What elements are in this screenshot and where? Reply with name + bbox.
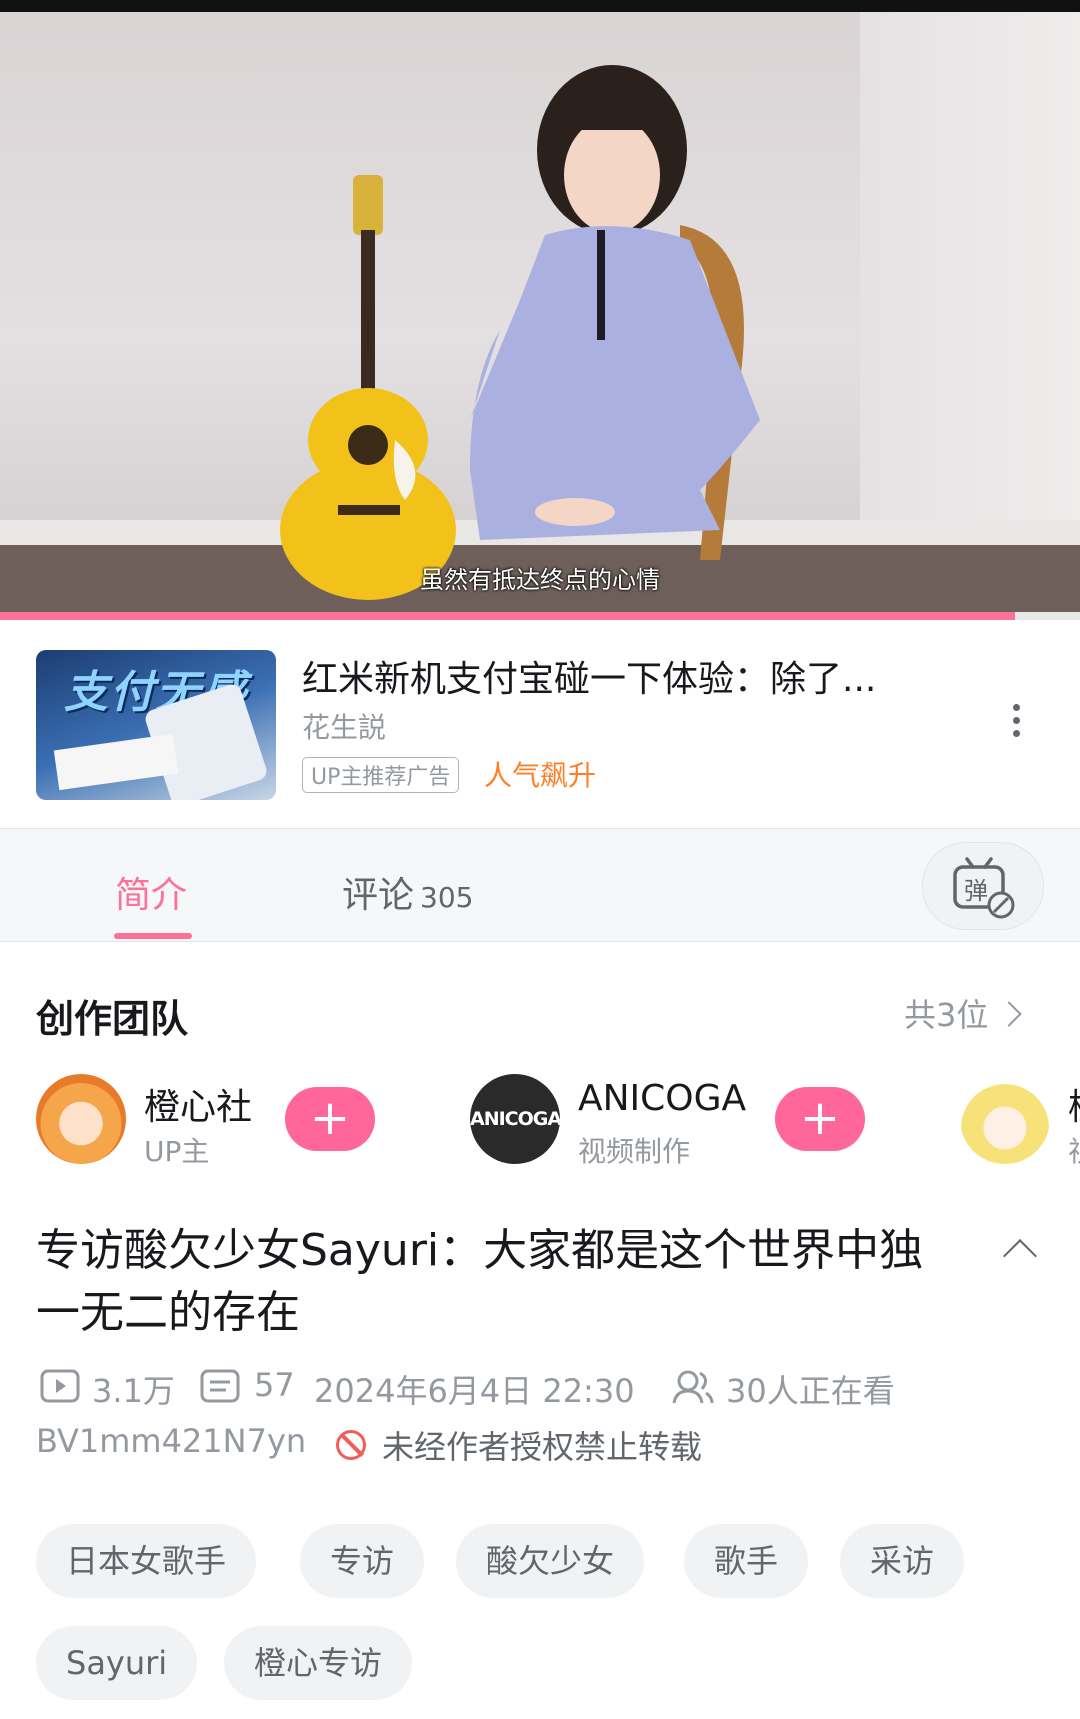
tag-chip[interactable]: 橙心专访	[224, 1626, 413, 1700]
tab-comments-label: 评论	[342, 875, 415, 916]
viewers-icon	[672, 1370, 714, 1404]
view-count: 3.1万	[92, 1372, 175, 1410]
tab-active-indicator	[114, 933, 192, 939]
team-count-label: 共3位	[904, 996, 989, 1034]
ad-thumbnail[interactable]: 支付无感	[36, 650, 276, 800]
video-title: 专访酸欠少女Sayuri：大家都是这个世界中独一无二的存在	[36, 1225, 924, 1338]
sign-image	[53, 733, 179, 791]
ad-title[interactable]: 红米新机支付宝碰一下体验：除了...	[302, 650, 942, 702]
follow-button[interactable]: +	[285, 1087, 375, 1151]
danmaku-icon: 弹	[953, 857, 1015, 919]
bvid[interactable]: BV1mm421N7yn	[36, 1422, 306, 1460]
chevron-up-icon[interactable]	[1003, 1239, 1037, 1273]
progress-fill	[0, 612, 1016, 620]
status-bar	[0, 0, 1080, 12]
more-options-icon[interactable]	[1010, 700, 1022, 740]
watching-now: 30人正在看	[726, 1372, 895, 1410]
follow-button[interactable]: +	[775, 1087, 865, 1151]
tag-chip[interactable]: 酸欠少女	[456, 1524, 645, 1598]
danmaku-count: 57	[254, 1366, 295, 1404]
video-player[interactable]: 虽然有抵达终点的心情	[0, 0, 1080, 620]
guitar-image	[280, 175, 456, 600]
video-subtitle: 虽然有抵达终点的心情	[420, 566, 660, 594]
tab-comments[interactable]: 评论 305	[342, 866, 473, 918]
no-repost-notice: 未经作者授权禁止转载	[382, 1428, 703, 1466]
tab-intro[interactable]: 简介	[115, 866, 187, 918]
video-scene	[280, 65, 760, 600]
ad-badge: UP主推荐广告	[302, 757, 460, 793]
team-section-title: 创作团队	[36, 997, 189, 1041]
tag-chip[interactable]: 歌手	[684, 1524, 809, 1598]
ad-author[interactable]: 花生説	[302, 706, 386, 746]
avatar-logo-text: ANICOGA	[470, 1108, 560, 1130]
member-name[interactable]: 橙心社	[144, 1078, 252, 1130]
tag-chip[interactable]: 日本女歌手	[36, 1524, 257, 1598]
member-avatar[interactable]	[36, 1074, 126, 1164]
tag-chip[interactable]: 采访	[840, 1524, 965, 1598]
member-avatar[interactable]: ANICOGA	[470, 1074, 560, 1164]
comments-count: 305	[420, 881, 474, 914]
member-name[interactable]: ANICOGA	[578, 1078, 746, 1119]
member-role: 视	[1068, 1130, 1080, 1170]
danmaku-toggle-button[interactable]: 弹	[922, 842, 1044, 930]
hot-badge: 人气飙升	[484, 759, 597, 792]
team-count-link[interactable]: 共3位	[904, 990, 1023, 1036]
play-count-icon	[40, 1369, 80, 1403]
tag-chip[interactable]: Sayuri	[36, 1626, 198, 1700]
no-repost-icon	[336, 1430, 366, 1460]
publish-datetime: 2024年6月4日 22:30	[314, 1372, 635, 1410]
chevron-right-icon	[996, 1001, 1023, 1027]
member-name[interactable]: 橙	[1068, 1078, 1080, 1130]
danmaku-icon-glyph: 弹	[964, 877, 988, 905]
member-avatar[interactable]	[960, 1074, 1050, 1164]
tag-chip[interactable]: 专访	[300, 1524, 425, 1598]
danmaku-count-icon	[200, 1369, 240, 1403]
member-role: UP主	[144, 1135, 210, 1168]
member-role: 视频制作	[578, 1135, 691, 1168]
